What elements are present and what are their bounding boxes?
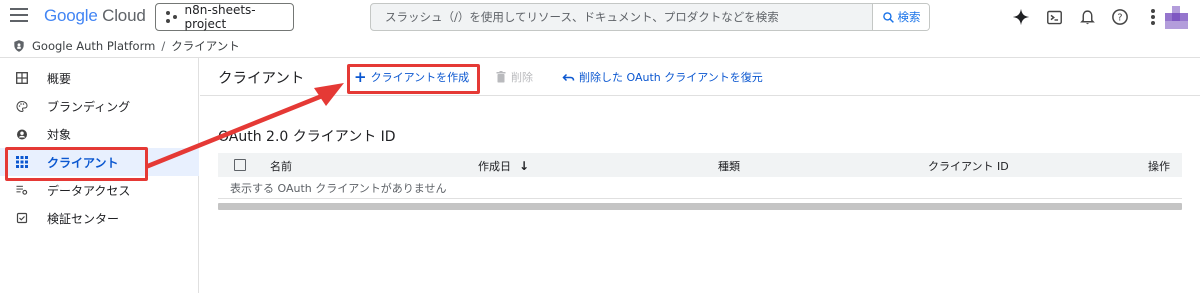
shield-icon	[14, 39, 24, 52]
avatar[interactable]	[1163, 4, 1189, 30]
sidebar-item-branding[interactable]: ブランディング	[0, 92, 199, 120]
gemini-icon[interactable]	[1010, 6, 1032, 28]
trash-icon	[496, 71, 506, 83]
help-icon[interactable]: ?	[1109, 6, 1131, 28]
column-header-type[interactable]: 種類	[718, 158, 740, 174]
top-bar: Google Cloud n8n-sheets-project 検索 ?	[0, 0, 1200, 34]
restore-label: 削除した OAuth クライアントを復元	[579, 71, 763, 84]
column-header-actions: 操作	[1148, 160, 1170, 173]
restore-deleted-clients-button[interactable]: 削除した OAuth クライアントを復元	[562, 68, 763, 86]
undo-icon	[562, 73, 575, 81]
verify-icon	[16, 212, 28, 224]
cloud-shell-icon[interactable]	[1043, 6, 1065, 28]
select-all-checkbox[interactable]	[234, 159, 246, 171]
svg-text:?: ?	[1117, 12, 1122, 23]
column-header-client-id[interactable]: クライアント ID	[928, 158, 1009, 174]
data-settings-icon	[16, 184, 28, 196]
search-button-label: 検索	[897, 10, 921, 24]
column-header-name[interactable]: 名前	[270, 158, 292, 174]
sidebar-item-audience[interactable]: 対象	[0, 120, 199, 148]
search-button[interactable]: 検索	[872, 4, 929, 30]
breadcrumb-current: クライアント	[171, 38, 240, 53]
empty-state-message: 表示する OAuth クライアントがありません	[218, 177, 1182, 199]
delete-label: 削除	[511, 71, 533, 84]
clients-table: 名前 作成日 ↓ 種類 クライアント ID 操作 表示する OAuth クライア…	[218, 153, 1182, 210]
more-vert-icon[interactable]	[1142, 6, 1164, 28]
google-cloud-logo[interactable]: Google Cloud	[44, 6, 146, 26]
column-header-created-label: 作成日	[478, 160, 511, 173]
sidebar-item-label: 対象	[47, 127, 72, 142]
table-header: 名前 作成日 ↓ 種類 クライアント ID 操作	[218, 153, 1182, 177]
search-input[interactable]	[371, 4, 871, 30]
sidebar-item-label: データアクセス	[47, 183, 131, 198]
sidebar-item-label: ブランディング	[47, 99, 131, 114]
search-box: 検索	[370, 3, 930, 31]
logo-cloud-text: Cloud	[102, 6, 146, 25]
delete-button[interactable]: 削除	[496, 68, 533, 86]
section-title: OAuth 2.0 クライアント ID	[218, 129, 396, 145]
page-title: クライアント	[218, 71, 305, 87]
annotation-box-create-client	[347, 64, 480, 94]
person-icon	[16, 128, 28, 140]
horizontal-scrollbar[interactable]	[218, 203, 1182, 210]
palette-icon	[16, 100, 28, 112]
breadcrumb-root[interactable]: Google Auth Platform	[32, 39, 155, 53]
bell-icon[interactable]	[1076, 6, 1098, 28]
project-icon	[166, 11, 178, 23]
annotation-box-sidebar-clients	[5, 147, 148, 181]
sidebar-item-verification-center[interactable]: 検証センター	[0, 204, 199, 232]
sidebar-item-overview[interactable]: 概要	[0, 64, 199, 92]
dashboard-icon	[16, 72, 28, 84]
project-selector[interactable]: n8n-sheets-project	[155, 3, 294, 31]
column-header-created[interactable]: 作成日 ↓	[478, 158, 529, 174]
search-icon	[882, 11, 894, 23]
project-name: n8n-sheets-project	[184, 3, 256, 31]
breadcrumb: Google Auth Platform / クライアント	[0, 34, 1200, 58]
breadcrumb-separator: /	[161, 38, 166, 53]
sidebar-item-label: 概要	[47, 71, 72, 86]
sort-arrow-down-icon: ↓	[519, 159, 530, 173]
sidebar-item-label: 検証センター	[47, 211, 120, 226]
logo-google-text: Google	[44, 6, 98, 25]
menu-icon[interactable]	[10, 8, 28, 24]
